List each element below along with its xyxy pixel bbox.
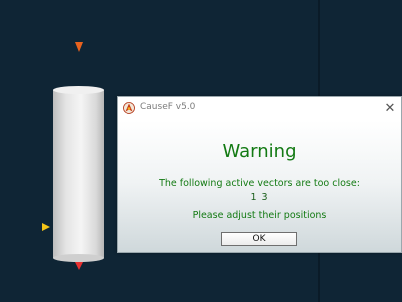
instruction-text: Please adjust their positions	[192, 210, 327, 221]
vector-bottom[interactable]	[75, 258, 83, 294]
causef-logo-icon	[123, 102, 135, 114]
ok-button[interactable]: OK	[221, 232, 297, 246]
dialog-title: CauseF v5.0	[140, 102, 196, 112]
vector-ids: 1 3	[250, 192, 269, 203]
message-text: The following active vectors are too clo…	[159, 178, 360, 189]
warning-dialog: CauseF v5.0 ✕ Warning The following acti…	[117, 96, 402, 253]
dialog-titlebar[interactable]: CauseF v5.0 ✕	[118, 97, 401, 119]
vector-left[interactable]	[5, 223, 50, 231]
cylinder-body[interactable]	[53, 86, 104, 262]
vector-top[interactable]	[75, 10, 83, 88]
warning-heading: Warning	[222, 141, 297, 162]
close-icon[interactable]: ✕	[381, 99, 399, 117]
